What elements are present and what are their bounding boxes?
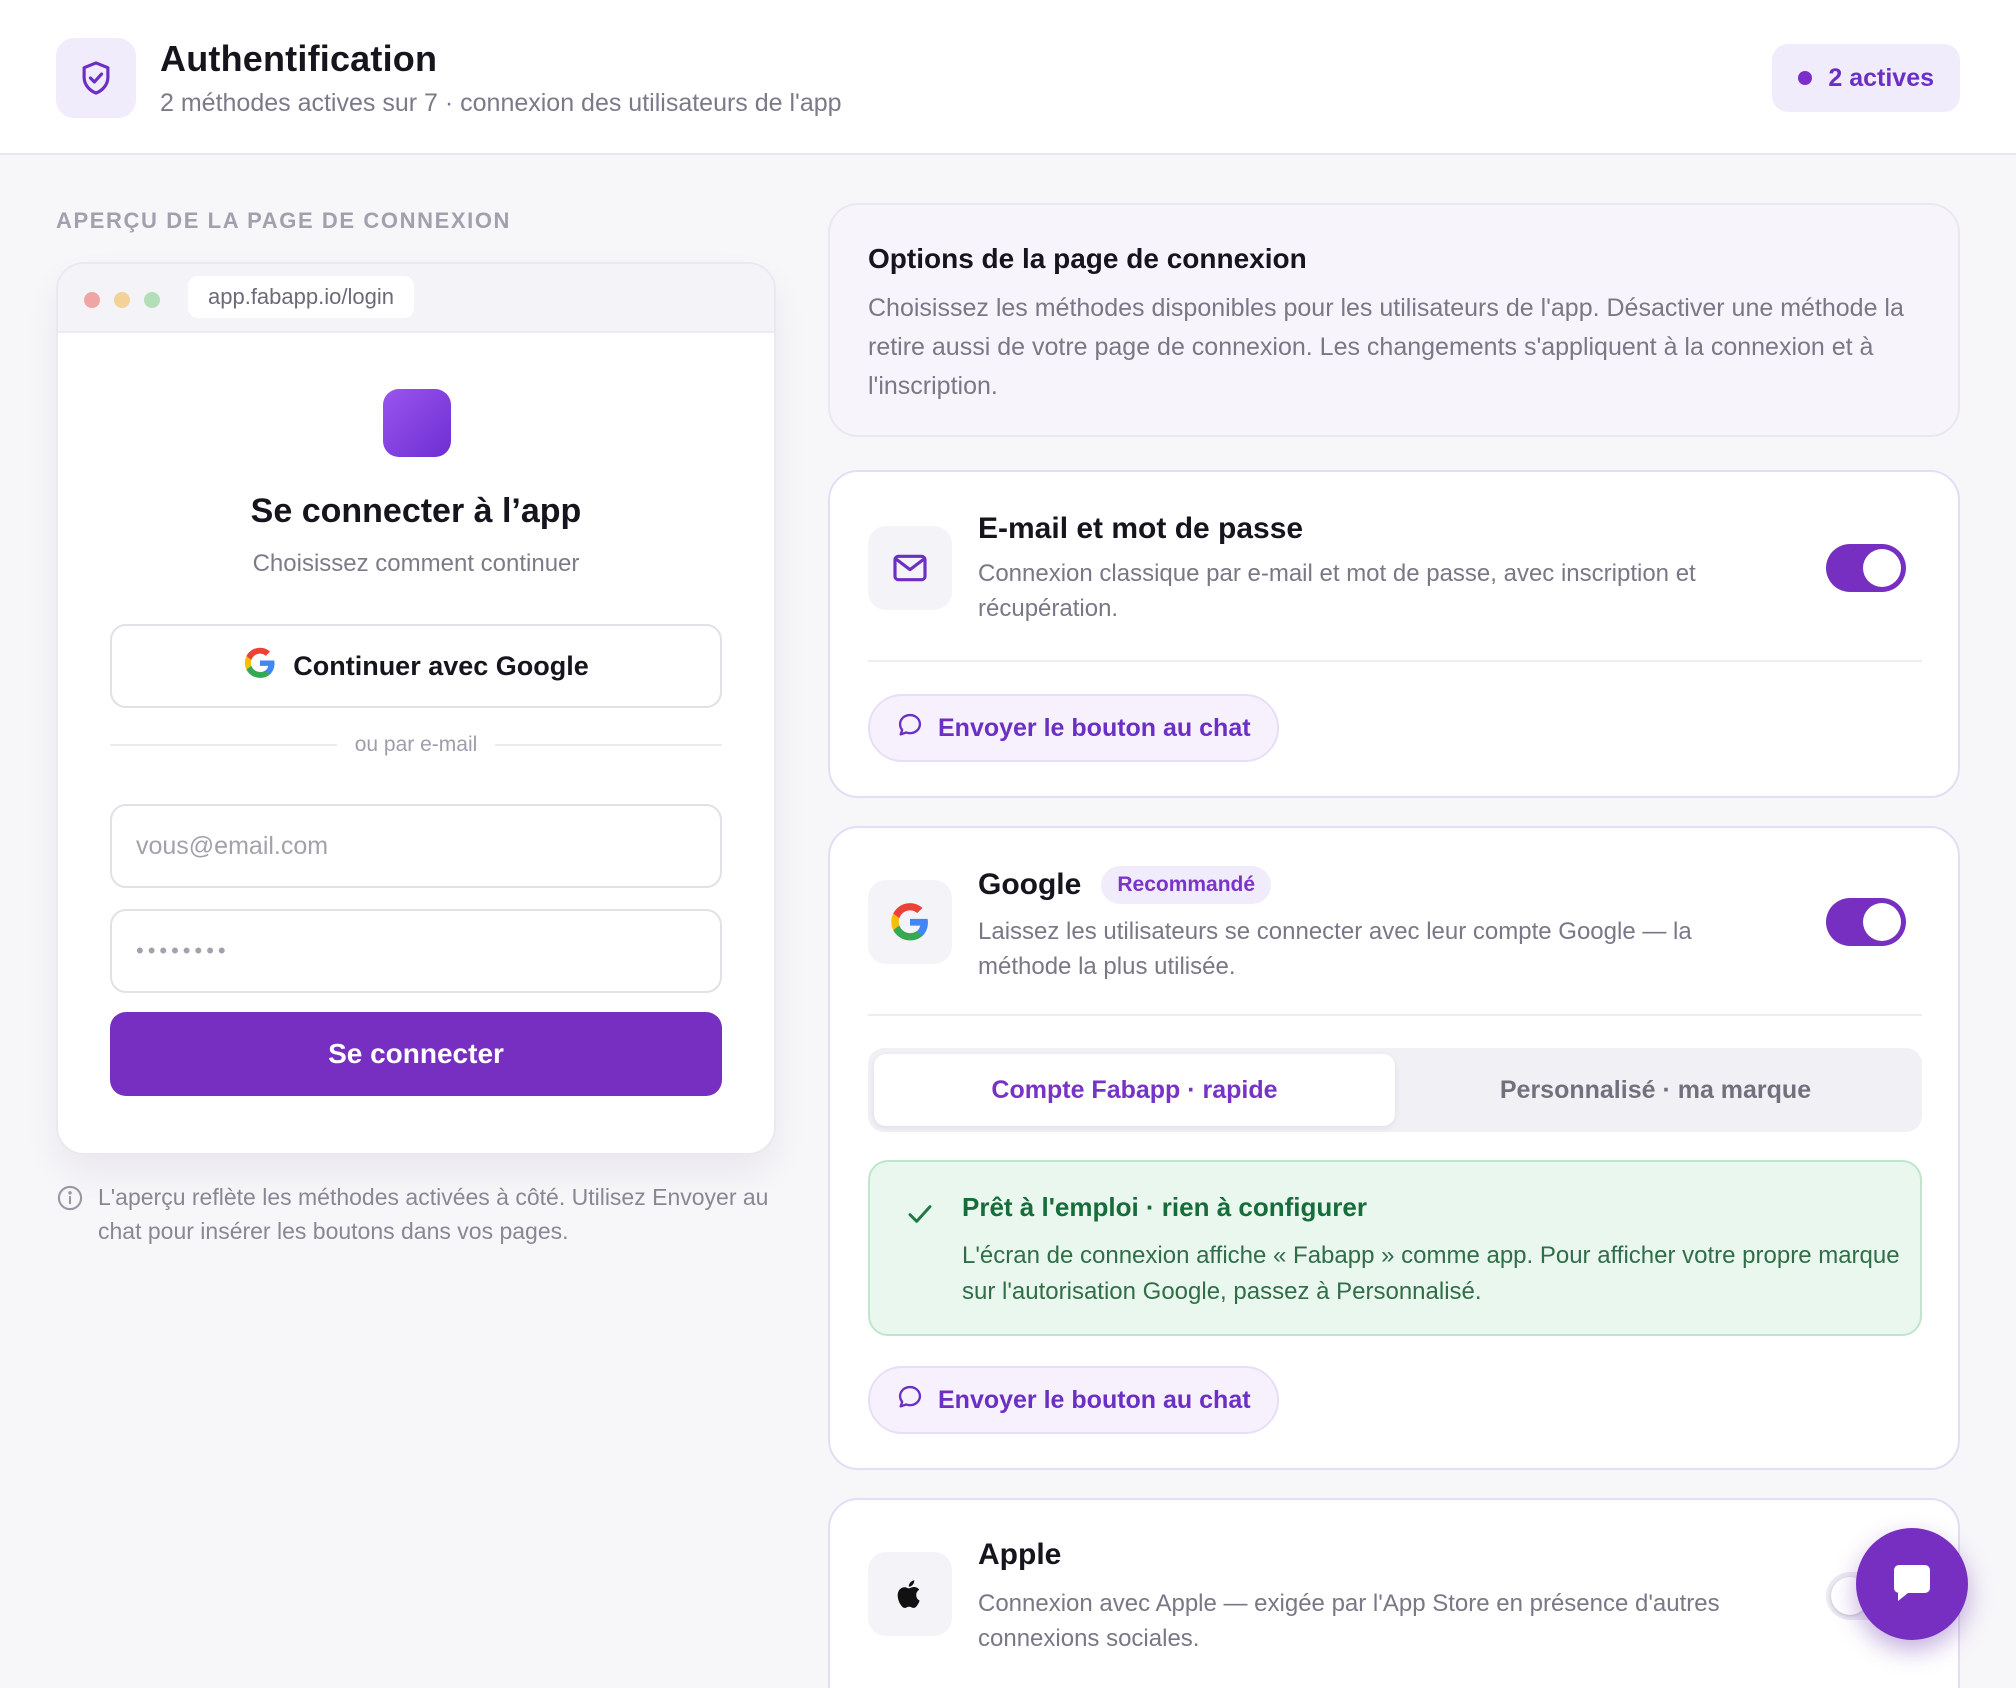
sign-in-button[interactable]: Se connecter [110, 1012, 722, 1096]
method-title-google-label: Google [978, 868, 1082, 901]
preview-note-text: L'aperçu reflète les méthodes activées à… [98, 1184, 769, 1244]
send-email-button-to-chat[interactable]: Envoyer le bouton au chat [868, 694, 1279, 762]
active-count-label: 2 actives [1828, 63, 1934, 92]
check-icon [904, 1198, 936, 1235]
window-close-dot [84, 292, 100, 308]
window-minimize-dot [114, 292, 130, 308]
google-method-toggle[interactable] [1826, 898, 1906, 946]
or-divider: ou par e-mail [110, 730, 722, 760]
app-logo [383, 389, 451, 457]
method-desc-apple: Connexion avec Apple — exigée par l'App … [978, 1590, 1720, 1652]
page-header: Authentification 2 méthodes actives sur … [0, 0, 2016, 155]
ready-to-use-notice: Prêt à l'emploi · rien à configurer L'éc… [868, 1160, 1922, 1336]
login-options-intro: Options de la page de connexion Choisiss… [828, 203, 1960, 437]
method-desc-email: Connexion classique par e-mail et mot de… [978, 560, 1696, 622]
shield-check-icon [56, 38, 136, 118]
browser-bar: app.fabapp.io/login [58, 264, 774, 333]
method-card-google: Google Recommandé Laissez les utilisateu… [828, 826, 1960, 1470]
chat-bubble-icon [896, 1383, 924, 1418]
divider-line [495, 744, 722, 746]
method-title-google: Google Recommandé [978, 866, 1272, 904]
method-title-apple: Apple [978, 1538, 1061, 1572]
toggle-knob [1863, 903, 1901, 941]
divider-line [110, 744, 337, 746]
options-description: Choisissez les méthodes disponibles pour… [868, 294, 1904, 400]
segment-fabapp-account[interactable]: Compte Fabapp · rapide [874, 1054, 1395, 1126]
method-card-apple: Apple Connexion avec Apple — exigée par … [828, 1498, 1960, 1688]
card-separator [868, 660, 1922, 662]
google-mode-segmented-control: Compte Fabapp · rapide Personnalisé · ma… [868, 1048, 1922, 1132]
page-title: Authentification [160, 38, 438, 79]
mail-icon [868, 526, 952, 610]
send-to-chat-label: Envoyer le bouton au chat [938, 1385, 1251, 1414]
window-maximize-dot [144, 292, 160, 308]
method-title-apple-label: Apple [978, 1538, 1062, 1571]
login-preview-window: app.fabapp.io/login Se connecter à l’app… [56, 262, 776, 1155]
send-google-button-to-chat[interactable]: Envoyer le bouton au chat [868, 1366, 1279, 1434]
chat-bubble-icon [896, 711, 924, 746]
divider-text: ou par e-mail [354, 733, 478, 756]
page-subtitle: 2 méthodes actives sur 7 · connexion des… [160, 89, 842, 117]
info-icon [56, 1184, 84, 1248]
google-icon [243, 646, 277, 687]
login-title: Se connecter à l’app [250, 492, 582, 530]
ready-title: Prêt à l'emploi · rien à configurer [962, 1192, 1367, 1222]
toggle-knob [1863, 549, 1901, 587]
ready-text: L'écran de connexion affiche « Fabapp » … [962, 1242, 1900, 1305]
email-field[interactable]: vous@email.com [110, 804, 722, 888]
login-subtitle: Choisissez comment continuer [252, 550, 580, 577]
floating-chat-button[interactable] [1856, 1528, 1968, 1640]
recommended-badge: Recommandé [1101, 866, 1272, 904]
preview-url: app.fabapp.io/login [188, 276, 414, 318]
preview-note: L'aperçu reflète les méthodes activées à… [56, 1180, 776, 1248]
method-title-email: E-mail et mot de passe [978, 512, 1303, 546]
send-to-chat-label: Envoyer le bouton au chat [938, 713, 1251, 742]
continue-with-google-button[interactable]: Continuer avec Google [110, 624, 722, 708]
email-method-toggle[interactable] [1826, 544, 1906, 592]
google-icon [868, 880, 952, 964]
method-desc-google: Laissez les utilisateurs se connecter av… [978, 918, 1692, 980]
apple-icon [868, 1552, 952, 1636]
preview-section-label: APERÇU DE LA PAGE DE CONNEXION [56, 208, 512, 233]
status-dot-icon [1798, 71, 1813, 85]
segment-custom-brand[interactable]: Personnalisé · ma marque [1395, 1054, 1916, 1126]
method-title-email-label: E-mail et mot de passe [978, 512, 1304, 545]
active-count-badge: 2 actives [1772, 44, 1960, 112]
card-separator [868, 1014, 1922, 1016]
method-card-email: E-mail et mot de passe Connexion classiq… [828, 470, 1960, 798]
chat-icon [1888, 1558, 1936, 1611]
options-title: Options de la page de connexion [868, 243, 1307, 274]
continue-with-google-label: Continuer avec Google [293, 650, 589, 681]
password-field[interactable]: •••••••• [110, 909, 722, 993]
